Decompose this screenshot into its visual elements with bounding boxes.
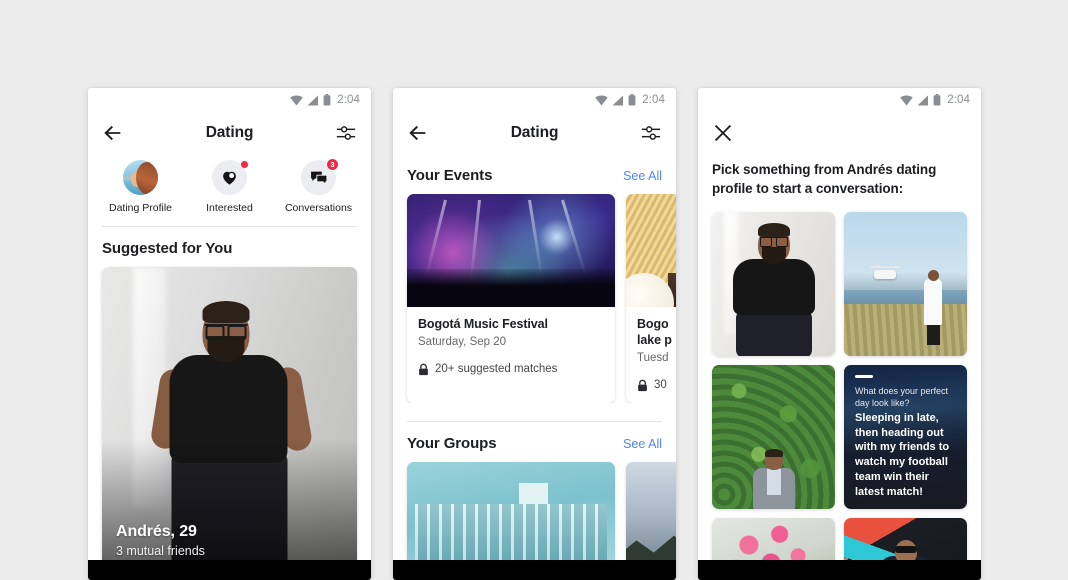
drone-coast-photo[interactable]: [844, 212, 967, 357]
groups-section-head: Your Groups See All: [393, 422, 676, 462]
battery-icon: [323, 94, 331, 106]
wifi-icon: [595, 95, 608, 105]
phone-3-header: [698, 112, 981, 154]
lock-icon: [638, 379, 647, 391]
flowers-photo[interactable]: [712, 518, 835, 560]
group-card[interactable]: Bogotá University 2010: [407, 461, 615, 560]
event-title: Bogo: [637, 317, 669, 331]
question-text: What does your perfect day look like?: [855, 385, 949, 408]
mural-portrait-photo[interactable]: [844, 518, 967, 560]
event-date: Saturday, Sep 20: [418, 335, 507, 348]
event-title-line-2: lake p: [637, 332, 672, 347]
event-date: Tuesd: [637, 351, 669, 364]
event-card[interactable]: Bogotá Music Festival Saturday, Sep 20 2…: [407, 194, 615, 403]
chat-bubbles-icon: [310, 171, 327, 186]
android-nav-bar: [88, 560, 371, 580]
phone-1-header: Dating: [88, 112, 371, 154]
event-card-body: Bogo lake p Tuesd 30: [626, 307, 676, 403]
android-nav-bar: [393, 560, 676, 580]
profile-question-card[interactable]: What does your perfect day look like? Sl…: [844, 365, 967, 509]
sliders-icon[interactable]: [335, 122, 357, 144]
phone-2-screen: 2:04 Dating Your Events See All Bogotá M…: [393, 88, 676, 560]
shortcut-dating-profile[interactable]: Dating Profile: [96, 160, 185, 214]
shortcut-interested[interactable]: Interested: [185, 160, 274, 214]
event-meta: 20+ suggested matches: [418, 363, 604, 376]
page-title: Dating: [205, 124, 254, 141]
arrow-left-icon[interactable]: [102, 122, 124, 144]
cellular-signal-icon: [612, 95, 624, 105]
campus-building-photo: [407, 461, 615, 560]
events-carousel[interactable]: Bogotá Music Festival Saturday, Sep 20 2…: [393, 194, 676, 403]
event-card-body: Bogotá Music Festival Saturday, Sep 20 2…: [407, 307, 615, 387]
phone-1-screen: 2:04 Dating Dating Profile Interested 3 …: [88, 88, 371, 560]
see-all-groups-link[interactable]: See All: [623, 437, 662, 451]
event-meta-text: 20+ suggested matches: [435, 363, 558, 376]
groups-carousel[interactable]: Bogotá University 2010 Bogo: [393, 461, 676, 560]
section-title: Suggested for You: [102, 240, 233, 257]
status-bar: 2:04: [88, 88, 371, 112]
question-rule: [855, 375, 873, 378]
concert-photo: [407, 194, 615, 307]
phone-2-header: Dating: [393, 112, 676, 154]
status-time: 2:04: [337, 94, 360, 106]
page-title: Dating: [510, 124, 559, 141]
phone-mockup-3: 2:04 Pick something from Andrés dating p…: [698, 88, 981, 580]
suggested-section-head: Suggested for You: [88, 227, 371, 267]
status-time: 2:04: [947, 94, 970, 106]
wifi-icon: [900, 95, 913, 105]
section-title: Your Events: [407, 167, 493, 184]
phone-mockup-1: 2:04 Dating Dating Profile Interested 3 …: [88, 88, 371, 580]
event-card[interactable]: Bogo lake p Tuesd 30: [626, 194, 676, 403]
dating-profile-circle: [123, 160, 158, 195]
conversations-badge-count: 3: [326, 158, 339, 171]
shortcut-conversations[interactable]: 3 Conversations: [274, 158, 363, 214]
event-title: Bogotá Music Festival: [418, 317, 548, 331]
question-answer: Sleeping in late, then heading out with …: [855, 411, 950, 498]
see-all-events-link[interactable]: See All: [623, 169, 662, 183]
shortcut-label: Conversations: [284, 202, 353, 214]
status-time: 2:04: [642, 94, 665, 106]
interested-badge-dot: [241, 161, 248, 168]
profile-content-grid: What does your perfect day look like? Sl…: [698, 212, 981, 560]
wifi-icon: [290, 95, 303, 105]
arrow-left-icon[interactable]: [407, 122, 429, 144]
android-nav-bar: [698, 560, 981, 580]
picker-prompt: Pick something from Andrés dating profil…: [712, 162, 937, 197]
group-card[interactable]: Bogo: [626, 461, 676, 560]
conversations-circle: 3: [301, 158, 339, 195]
mountain-photo: [626, 461, 676, 560]
dating-shortcuts: Dating Profile Interested 3 Conversation…: [88, 154, 371, 226]
studio-portrait-photo[interactable]: [712, 212, 835, 357]
cellular-signal-icon: [307, 95, 319, 105]
section-title: Your Groups: [407, 434, 497, 452]
card-caption: Andrés, 29 3 mutual friends: [116, 523, 205, 558]
ivy-wall-photo[interactable]: [712, 365, 835, 510]
mockup-stage: 2:04 Dating Dating Profile Interested 3 …: [0, 0, 1068, 580]
heart-icon: [223, 171, 236, 185]
status-bar: 2:04: [393, 88, 676, 112]
suggested-profile-card[interactable]: Andrés, 29 3 mutual friends: [102, 267, 357, 560]
shortcut-label: Dating Profile: [108, 202, 173, 214]
event-meta: 30: [637, 379, 676, 392]
profile-avatar-icon: [123, 160, 158, 195]
phone-mockup-2: 2:04 Dating Your Events See All Bogotá M…: [393, 88, 676, 580]
mutual-friends-count: 3 mutual friends: [116, 544, 205, 558]
profile-name: Andrés, 29: [116, 523, 197, 540]
close-x-icon[interactable]: [712, 122, 734, 144]
food-photo: [626, 194, 676, 307]
battery-icon: [933, 94, 941, 106]
battery-icon: [628, 94, 636, 106]
lock-icon: [419, 363, 428, 375]
sliders-icon[interactable]: [640, 122, 662, 144]
interested-circle: [212, 160, 248, 195]
cellular-signal-icon: [917, 95, 929, 105]
event-meta-text: 30: [654, 379, 667, 391]
phone-3-screen: 2:04 Pick something from Andrés dating p…: [698, 88, 981, 560]
shortcut-label: Interested: [206, 202, 253, 214]
status-bar: 2:04: [698, 88, 981, 112]
events-section-head: Your Events See All: [393, 154, 676, 194]
